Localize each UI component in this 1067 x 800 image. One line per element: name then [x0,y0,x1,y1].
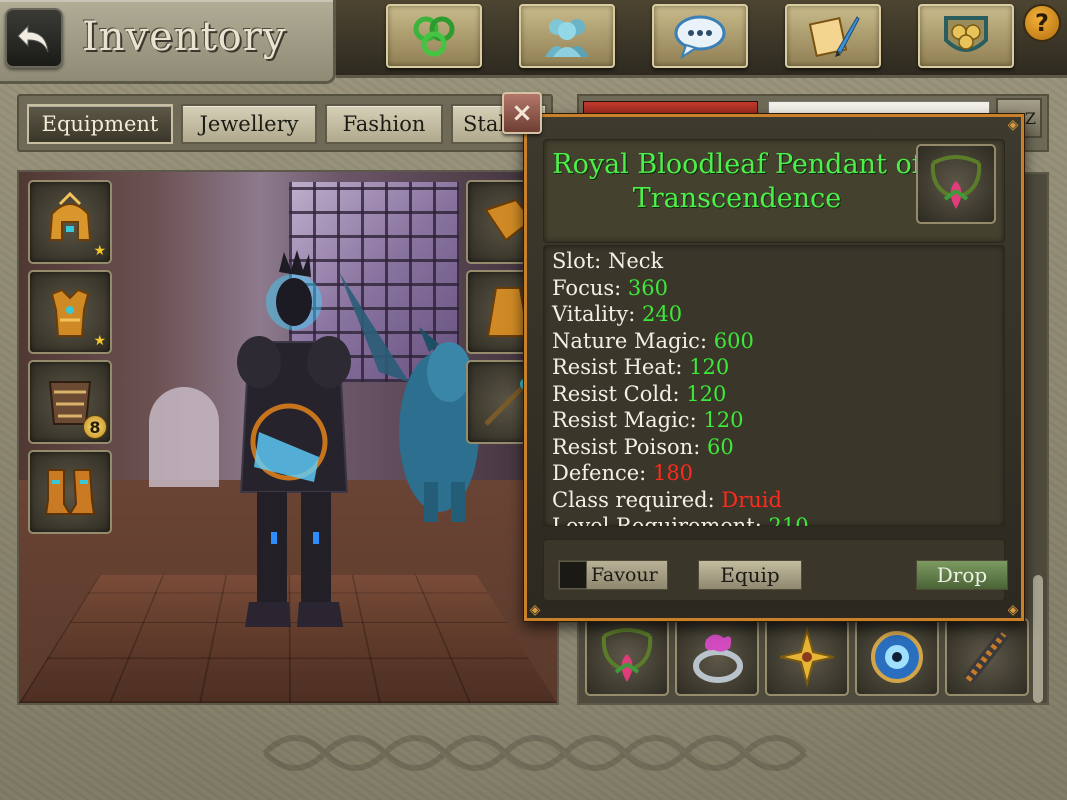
corner-ornament: ◈ [1007,117,1019,133]
stat-row: Defence: 180 [552,461,694,485]
favour-checkbox[interactable] [559,561,587,589]
item-name: Royal Bloodleaf Pendant of Transcendence [552,149,922,214]
inventory-slot[interactable] [585,618,669,696]
quest-scroll-icon [808,16,860,57]
back-button[interactable] [5,8,63,68]
guild-crest-icon [944,16,988,52]
stat-row: Class required: Druid [552,487,782,512]
equip-slot-hands[interactable]: 8 [28,360,112,444]
corner-ornament: ◈ [529,602,541,618]
drop-button[interactable]: Drop [916,560,1008,590]
friends-icon [545,19,589,57]
ring-icon [693,634,743,683]
back-arrow-icon [17,24,49,53]
triskelion-button[interactable] [386,4,482,68]
tab-equipment[interactable]: Equipment [27,104,173,144]
inventory-slot[interactable] [675,618,759,696]
guild-button[interactable] [918,4,1014,68]
equip-slot-chest[interactable]: ★ [28,270,112,354]
header-nav: ? [336,0,1067,78]
stat-row: Resist Heat: 120 [552,355,730,379]
equip-slot-feet[interactable] [28,450,112,534]
stat-row: Focus: 360 [552,275,668,300]
stat-row: Resist Poison: 60 [552,434,734,459]
boots-icon [44,469,96,515]
stat-row: Resist Cold: 120 [552,381,727,406]
chat-button[interactable] [652,4,748,68]
chest-armor-icon [50,288,90,337]
item-actions: Favour Equip Drop [543,539,1008,601]
stat-row: Slot: Neck [552,249,664,273]
corner-ornament: ◈ [1007,602,1019,618]
item-tooltip: ◈ ◈ ◈ ◈ Royal Bloodleaf Pendant of Trans… [524,114,1024,621]
stack-count-badge: 8 [83,415,107,439]
favour-toggle[interactable]: Favour [558,560,668,590]
celtic-knot-ornament [262,735,808,771]
inventory-slot[interactable] [855,618,939,696]
close-tooltip-button[interactable]: × [502,92,542,134]
starred-icon: ★ [93,333,106,349]
stat-row: Nature Magic: 600 [552,328,754,353]
star-charm-icon [779,626,835,688]
starred-icon: ★ [93,243,106,259]
equip-button[interactable]: Equip [698,560,802,590]
page-title: Inventory [82,14,287,60]
tab-fashion[interactable]: Fashion [325,104,443,144]
header-left: Inventory [0,0,336,84]
player-character [237,250,351,627]
character-viewer[interactable]: ★ ★ 8 [17,170,559,705]
helmet-icon [48,191,92,241]
item-header: Royal Bloodleaf Pendant of Transcendence [543,139,1005,243]
inventory-slot[interactable] [765,618,849,696]
tab-jewellery[interactable]: Jewellery [181,104,317,144]
pendant-icon [601,628,653,682]
scene-archway [149,387,219,487]
stat-row: Vitality: 240 [552,302,683,326]
chat-icon [674,15,726,59]
eye-amulet-icon [871,631,923,683]
help-button[interactable]: ? [1023,4,1061,42]
wand-icon [963,630,1009,684]
quest-button[interactable] [785,4,881,68]
friends-button[interactable] [519,4,615,68]
tab-bar: Equipment Jewellery Fashion Stab [17,94,553,152]
inventory-slot[interactable] [945,618,1029,696]
favour-label: Favour [591,564,658,586]
stat-row: Level Requirement: 210 [552,514,809,527]
item-stats: Slot: Neck Focus: 360 Vitality: 240 Natu… [543,245,1005,527]
inventory-scrollbar[interactable] [1033,575,1043,703]
stat-row: Resist Magic: 120 [552,408,744,432]
item-icon-frame [916,144,996,224]
triskelion-icon [413,16,455,57]
equip-slot-head[interactable]: ★ [28,180,112,264]
pendant-icon [930,155,982,209]
